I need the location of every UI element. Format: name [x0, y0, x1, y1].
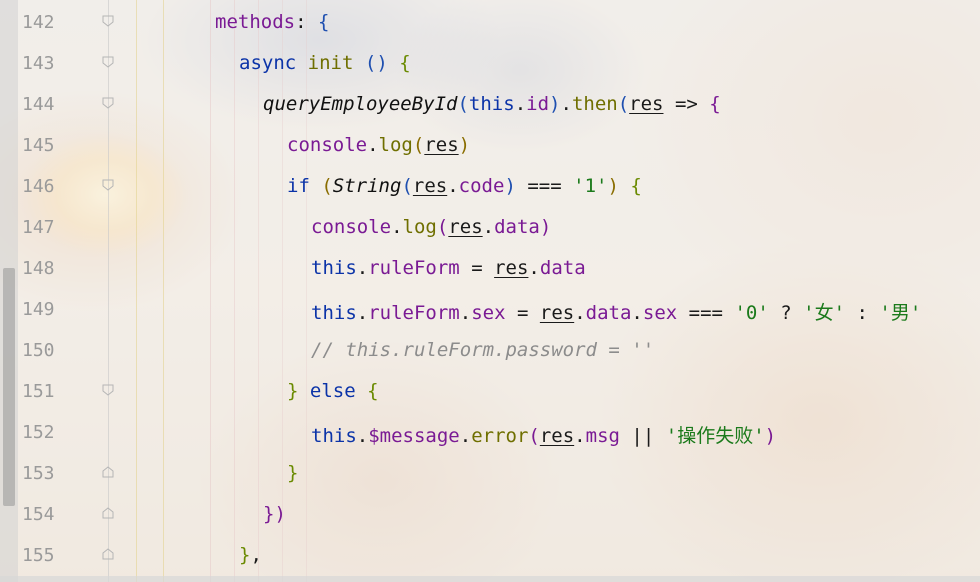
line-number: 150 [22, 340, 55, 361]
code-line[interactable]: 155 }, [0, 535, 980, 576]
line-number: 148 [22, 258, 55, 279]
line-number: 155 [22, 545, 55, 566]
code-text[interactable]: }, [239, 544, 262, 566]
line-number: 149 [22, 299, 55, 320]
code-line[interactable]: 152 this.$message.error(res.msg || '操作失败… [0, 412, 980, 453]
code-text[interactable]: // this.ruleForm.password = '' [311, 339, 654, 361]
code-line[interactable]: 154 }) [0, 494, 980, 535]
fold-marker-icon[interactable] [102, 179, 114, 191]
code-line[interactable]: 142 methods: { [0, 2, 980, 43]
code-text[interactable]: methods: { [215, 11, 329, 33]
code-line[interactable]: 143 async init () { [0, 43, 980, 84]
line-number: 152 [22, 422, 55, 443]
code-text[interactable]: async init () { [239, 52, 411, 74]
code-line[interactable]: 148 this.ruleForm = res.data [0, 248, 980, 289]
fold-marker-icon[interactable] [102, 97, 114, 109]
line-number: 154 [22, 504, 55, 525]
code-line[interactable]: 144 queryEmployeeById(this.id).then(res … [0, 84, 980, 125]
line-number: 142 [22, 12, 55, 33]
line-number: 153 [22, 463, 55, 484]
fold-marker-icon[interactable] [102, 15, 114, 27]
code-line[interactable]: 150 // this.ruleForm.password = '' [0, 330, 980, 371]
code-line[interactable]: 153 } [0, 453, 980, 494]
code-editor[interactable]: 142 methods: { 143 async init () { 144 q… [0, 0, 980, 582]
line-number: 143 [22, 53, 55, 74]
code-text[interactable]: this.$message.error(res.msg || '操作失败') [311, 421, 776, 448]
code-line[interactable]: 146 if (String(res.code) === '1') { [0, 166, 980, 207]
fold-marker-icon[interactable] [102, 507, 114, 519]
line-number: 144 [22, 94, 55, 115]
line-number: 146 [22, 176, 55, 197]
code-text[interactable]: this.ruleForm = res.data [311, 257, 586, 279]
fold-marker-icon[interactable] [102, 56, 114, 68]
code-text[interactable]: console.log(res) [287, 134, 470, 156]
code-text[interactable]: } [287, 462, 298, 484]
code-text[interactable]: console.log(res.data) [311, 216, 551, 238]
line-number: 147 [22, 217, 55, 238]
code-text[interactable]: } else { [287, 380, 379, 402]
code-line[interactable]: 149 this.ruleForm.sex = res.data.sex ===… [0, 289, 980, 330]
code-text[interactable]: if (String(res.code) === '1') { [287, 175, 642, 197]
code-text[interactable]: this.ruleForm.sex = res.data.sex === '0'… [311, 298, 921, 325]
fold-marker-icon[interactable] [102, 466, 114, 478]
code-line[interactable]: 147 console.log(res.data) [0, 207, 980, 248]
code-line[interactable]: 151 } else { [0, 371, 980, 412]
fold-marker-icon[interactable] [102, 548, 114, 560]
code-line[interactable]: 145 console.log(res) [0, 125, 980, 166]
fold-marker-icon[interactable] [102, 384, 114, 396]
line-number: 145 [22, 135, 55, 156]
code-text[interactable]: queryEmployeeById(this.id).then(res => { [263, 93, 721, 115]
line-number: 151 [22, 381, 55, 402]
code-text[interactable]: }) [263, 503, 286, 525]
